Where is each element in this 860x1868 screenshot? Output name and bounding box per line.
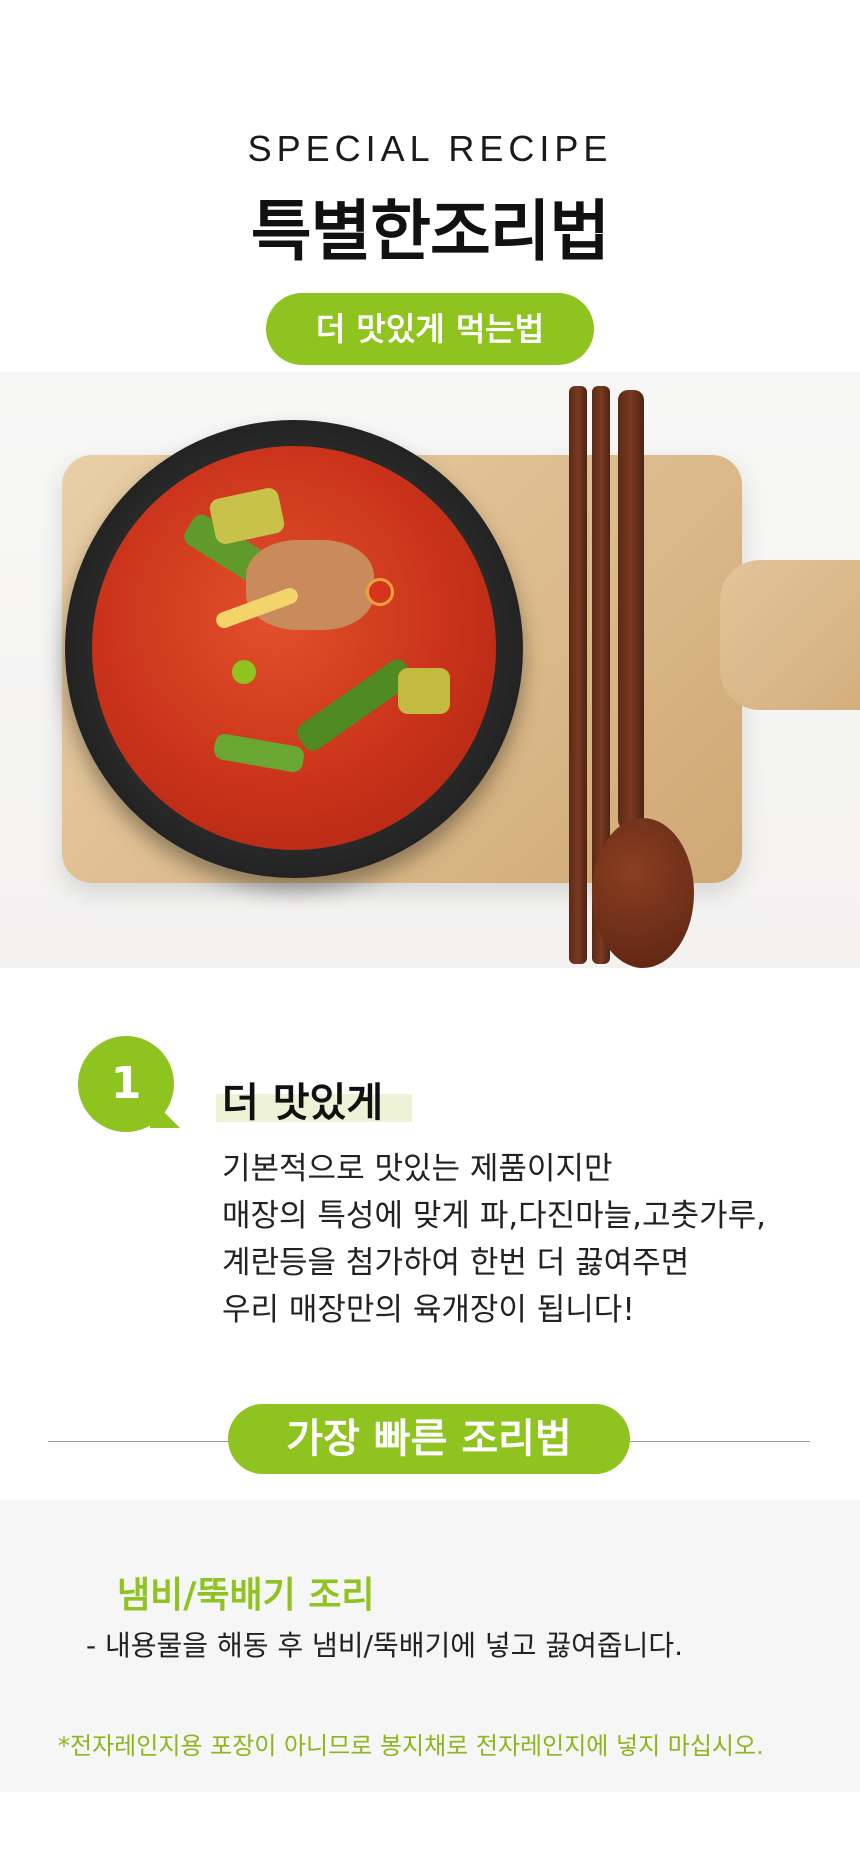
chopstick [569, 386, 587, 964]
spoon-handle [618, 390, 644, 830]
section1-description: 기본적으로 맛있는 제품이지만 매장의 특성에 맞게 파,다진마늘,고춧가루, … [222, 1146, 822, 1334]
section1-heading: 더 맛있게 [222, 1080, 384, 1126]
description-line: 매장의 특성에 맞게 파,다진마늘,고춧가루, [222, 1198, 766, 1234]
description-line: 계란등을 첨가하여 한번 더 끓여주면 [222, 1245, 690, 1281]
cooking-instruction: - 내용물을 해동 후 냄비/뚝배기에 넣고 끓여줍니다. [86, 1629, 684, 1662]
microwave-warning: *전자레인지용 포장이 아니므로 봉지채로 전자레인지에 넣지 마십시오. [58, 1732, 764, 1760]
tasty-method-badge: 더 맛있게 먹는법 [266, 293, 594, 365]
divider-right [620, 1441, 810, 1442]
zucchini-piece [398, 668, 450, 714]
chili-slice [232, 660, 256, 684]
beef-shreds [246, 540, 374, 630]
page-title: 특별한조리법 [250, 193, 610, 270]
divider-left [48, 1441, 238, 1442]
cutting-board-handle [720, 560, 860, 710]
eyebrow-text: SPECIAL RECIPE [247, 128, 613, 169]
step-number-badge: 1 [78, 1036, 174, 1132]
description-line: 기본적으로 맛있는 제품이지만 [222, 1151, 613, 1187]
pot-cooking-heading: 냄비/뚝배기 조리 [117, 1575, 375, 1616]
yukgaejang-soup [92, 446, 496, 850]
chili-slice [366, 578, 394, 606]
description-line: 우리 매장만의 육개장이 됩니다! [222, 1292, 635, 1328]
wooden-spoon [592, 818, 694, 968]
fastest-method-badge: 가장 빠른 조리법 [228, 1404, 630, 1474]
